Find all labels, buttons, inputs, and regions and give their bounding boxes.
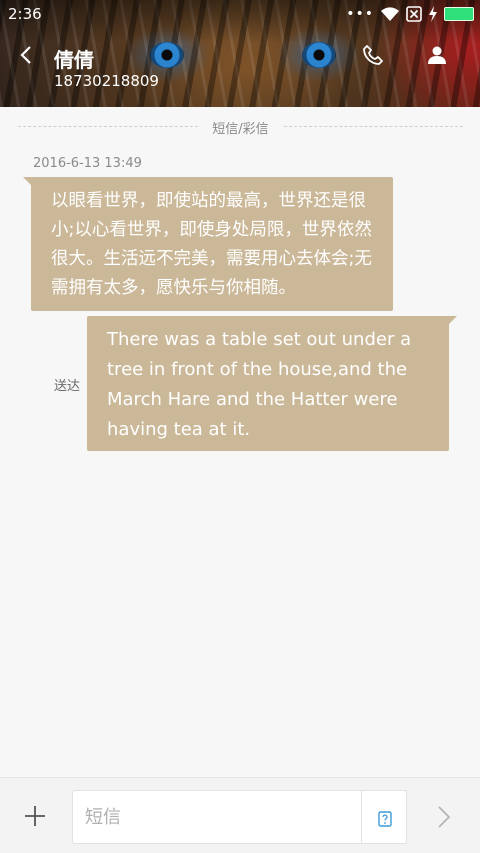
outgoing-message-bubble[interactable]: There was a table set out under a tree i… <box>87 316 457 451</box>
message-text: 以眼看世界，即使站的最高，世界还是很小;以心看世界，即使身处局限，世界依然很大。… <box>51 191 372 298</box>
add-icon[interactable] <box>24 805 46 827</box>
status-time: 2:36 <box>8 5 42 23</box>
message-composer <box>0 777 480 853</box>
send-arrow-icon[interactable] <box>436 805 452 829</box>
contact-name: 倩倩 <box>54 48 94 72</box>
charging-bolt-icon <box>428 6 438 22</box>
template-button[interactable] <box>361 790 407 844</box>
wifi-icon <box>380 6 400 22</box>
message-timestamp: 2016-6-13 13:49 <box>33 156 142 171</box>
contact-phone-number: 18730218809 <box>54 72 159 90</box>
contact-header: 2:36 ••• 倩倩 18730218809 <box>0 0 480 107</box>
incoming-message-bubble[interactable]: 以眼看世界，即使站的最高，世界还是很小;以心看世界，即使身处局限，世界依然很大。… <box>23 177 393 311</box>
phone-icon[interactable] <box>362 44 384 66</box>
template-icon <box>378 811 392 827</box>
delivery-status: 送达 <box>54 379 81 394</box>
status-bar: 2:36 ••• <box>0 0 480 28</box>
divider-label: 短信/彩信 <box>212 122 269 137</box>
back-arrow-icon[interactable] <box>16 44 38 66</box>
more-dots-icon: ••• <box>346 6 374 22</box>
battery-icon <box>444 7 474 21</box>
sms-input[interactable] <box>72 790 407 844</box>
sim-off-icon <box>406 6 422 22</box>
message-type-divider: 短信/彩信 <box>18 118 463 137</box>
contact-icon[interactable] <box>426 44 448 66</box>
message-text: There was a table set out under a tree i… <box>107 329 412 440</box>
